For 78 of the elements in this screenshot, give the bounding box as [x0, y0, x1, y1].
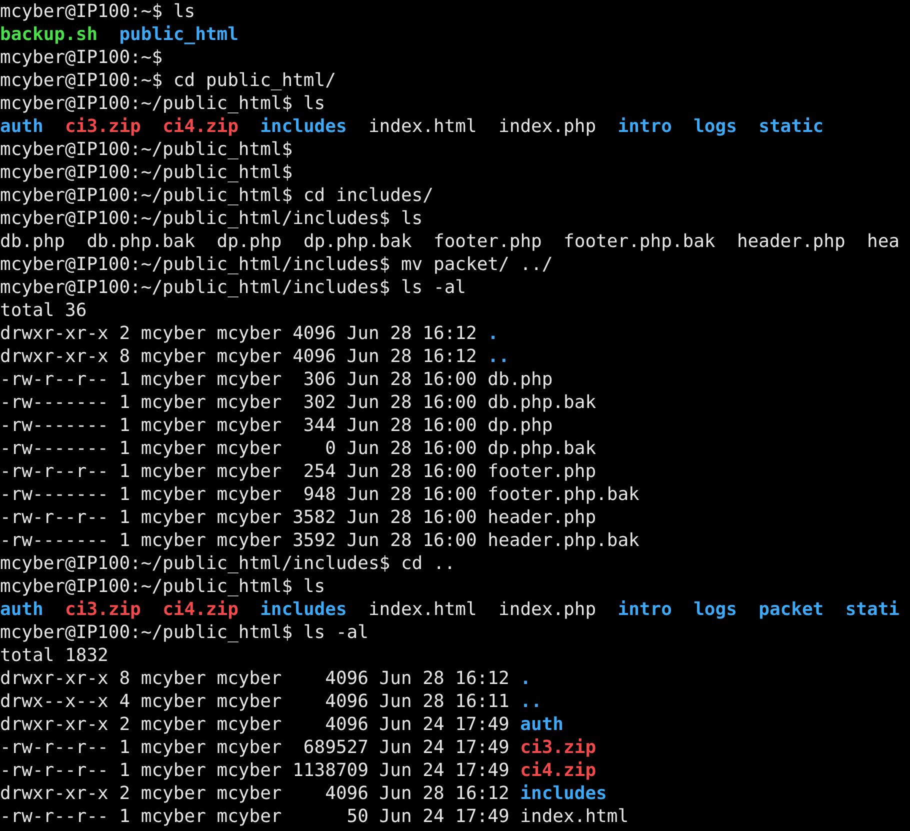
- terminal-text: -rw-r--r-- 1 mcyber mcyber 306 Jun 28 16:00: [0, 368, 477, 391]
- terminal-text: -rw------- 1 mcyber mcyber 344 Jun 28 16:00: [0, 414, 477, 437]
- directory-name: includes: [260, 598, 347, 621]
- directory-name: includes: [520, 782, 607, 805]
- archive-name: ci3.zip: [65, 598, 141, 621]
- terminal-text: drwxr-xr-x 8 mcyber mcyber 4096 Jun 28 16:12: [0, 345, 477, 368]
- terminal-text: dp.php: [488, 414, 553, 437]
- terminal-text: -rw-r--r-- 1 mcyber mcyber 1138709 Jun 24 17:49: [0, 759, 510, 782]
- terminal-text: mcyber@IP100:~$ cd public_html/: [0, 69, 336, 92]
- terminal-text: footer.php: [434, 230, 542, 253]
- terminal-text: drwx--x--x 4 mcyber mcyber 4096 Jun 28 16:11: [0, 690, 510, 713]
- terminal-text: -rw-r--r-- 1 mcyber mcyber 254 Jun 28 16:00: [0, 460, 477, 483]
- terminal-text: mcyber@IP100:~/public_html$: [0, 161, 293, 184]
- terminal-text: mcyber@IP100:~/public_html$: [0, 138, 293, 161]
- terminal-text: drwxr-xr-x 2 mcyber mcyber 4096 Jun 24 17:49: [0, 713, 510, 736]
- directory-name: auth: [0, 598, 44, 621]
- terminal-text: -rw------- 1 mcyber mcyber 3592 Jun 28 16:00: [0, 529, 477, 552]
- terminal-text: drwxr-xr-x 2 mcyber mcyber 4096 Jun 28 16:12: [0, 322, 477, 345]
- terminal-text: mcyber@IP100:~$ ls: [0, 0, 196, 23]
- terminal-text: total 36: [0, 299, 87, 322]
- terminal-text: header.php: [736, 230, 846, 253]
- directory-name: public_html: [119, 23, 238, 46]
- terminal-text: footer.php.bak: [488, 483, 640, 506]
- directory-name: includes: [260, 115, 347, 138]
- terminal-text: -rw------- 1 mcyber mcyber 0 Jun 28 16:00: [0, 437, 477, 460]
- terminal-text: mcyber@IP100:~/public_html$ ls: [0, 92, 326, 115]
- terminal-text: mcyber@IP100:~/public_html$ cd includes/: [0, 184, 434, 207]
- terminal-text: mcyber@IP100:~/public_html$ ls: [0, 575, 326, 598]
- directory-name: auth: [520, 713, 564, 736]
- directory-name: stati: [845, 598, 900, 621]
- terminal-text: -rw-r--r-- 1 mcyber mcyber 689527 Jun 24 17:49: [0, 736, 510, 759]
- terminal-text: dp.php.bak: [303, 230, 412, 253]
- terminal-text: footer.php.bak: [564, 230, 716, 253]
- directory-name: ..: [520, 690, 542, 713]
- terminal-text: index.html: [520, 805, 629, 828]
- directory-name: intro: [618, 598, 672, 621]
- terminal-text: footer.php: [488, 460, 596, 483]
- script-name: backup.sh: [0, 23, 98, 46]
- terminal-text: mcyber@IP100:~/public_html/includes$ mv packet/ ../: [0, 253, 553, 276]
- terminal-text: mcyber@IP100:~$: [0, 46, 163, 69]
- terminal-text: dp.php.bak: [488, 437, 596, 460]
- terminal-text: index.html: [368, 115, 477, 138]
- terminal-text: db.php.bak: [86, 230, 196, 253]
- terminal-text: mcyber@IP100:~/public_html/includes$ ls -al: [0, 276, 466, 299]
- directory-name: .: [520, 667, 532, 690]
- terminal-text: index.php: [498, 115, 596, 138]
- directory-name: packet: [758, 598, 824, 621]
- terminal-text: -rw------- 1 mcyber mcyber 948 Jun 28 16:00: [0, 483, 477, 506]
- terminal-text: dp.php: [216, 230, 282, 253]
- directory-name: static: [758, 115, 824, 138]
- terminal-text: -rw-r--r-- 1 mcyber mcyber 50 Jun 24 17:49: [0, 805, 510, 828]
- terminal-text: db.php.bak: [488, 391, 596, 414]
- directory-name: auth: [0, 115, 44, 138]
- directory-name: ..: [488, 345, 510, 368]
- archive-name: ci3.zip: [520, 736, 596, 759]
- archive-name: ci3.zip: [65, 115, 141, 138]
- terminal-text: db.php: [488, 368, 553, 391]
- terminal-text: header.php.bak: [488, 529, 640, 552]
- terminal-text: total 1832: [0, 644, 108, 667]
- archive-name: ci4.zip: [520, 759, 596, 782]
- terminal-text: index.php: [498, 598, 596, 621]
- terminal-text: -rw-r--r-- 1 mcyber mcyber 3582 Jun 28 16:00: [0, 506, 477, 529]
- archive-name: ci4.zip: [162, 598, 238, 621]
- directory-name: logs: [694, 115, 737, 138]
- directory-name: .: [488, 322, 498, 345]
- terminal-text: mcyber@IP100:~/public_html/includes$ ls: [0, 207, 423, 230]
- terminal-text: mcyber@IP100:~/public_html$ ls -al: [0, 621, 368, 644]
- terminal-text: mcyber@IP100:~/public_html/includes$ cd ..: [0, 552, 456, 575]
- terminal-text: -rw------- 1 mcyber mcyber 302 Jun 28 16:00: [0, 391, 477, 414]
- terminal-text: db.php: [0, 230, 66, 253]
- terminal-text: index.html: [368, 598, 477, 621]
- directory-name: intro: [618, 115, 672, 138]
- terminal-text: drwxr-xr-x 8 mcyber mcyber 4096 Jun 28 16:12: [0, 667, 510, 690]
- terminal-text: drwxr-xr-x 2 mcyber mcyber 4096 Jun 28 16:12: [0, 782, 510, 805]
- directory-name: logs: [694, 598, 737, 621]
- terminal-text: header.php: [488, 506, 596, 529]
- archive-name: ci4.zip: [162, 115, 238, 138]
- terminal-text: hea: [866, 230, 900, 253]
